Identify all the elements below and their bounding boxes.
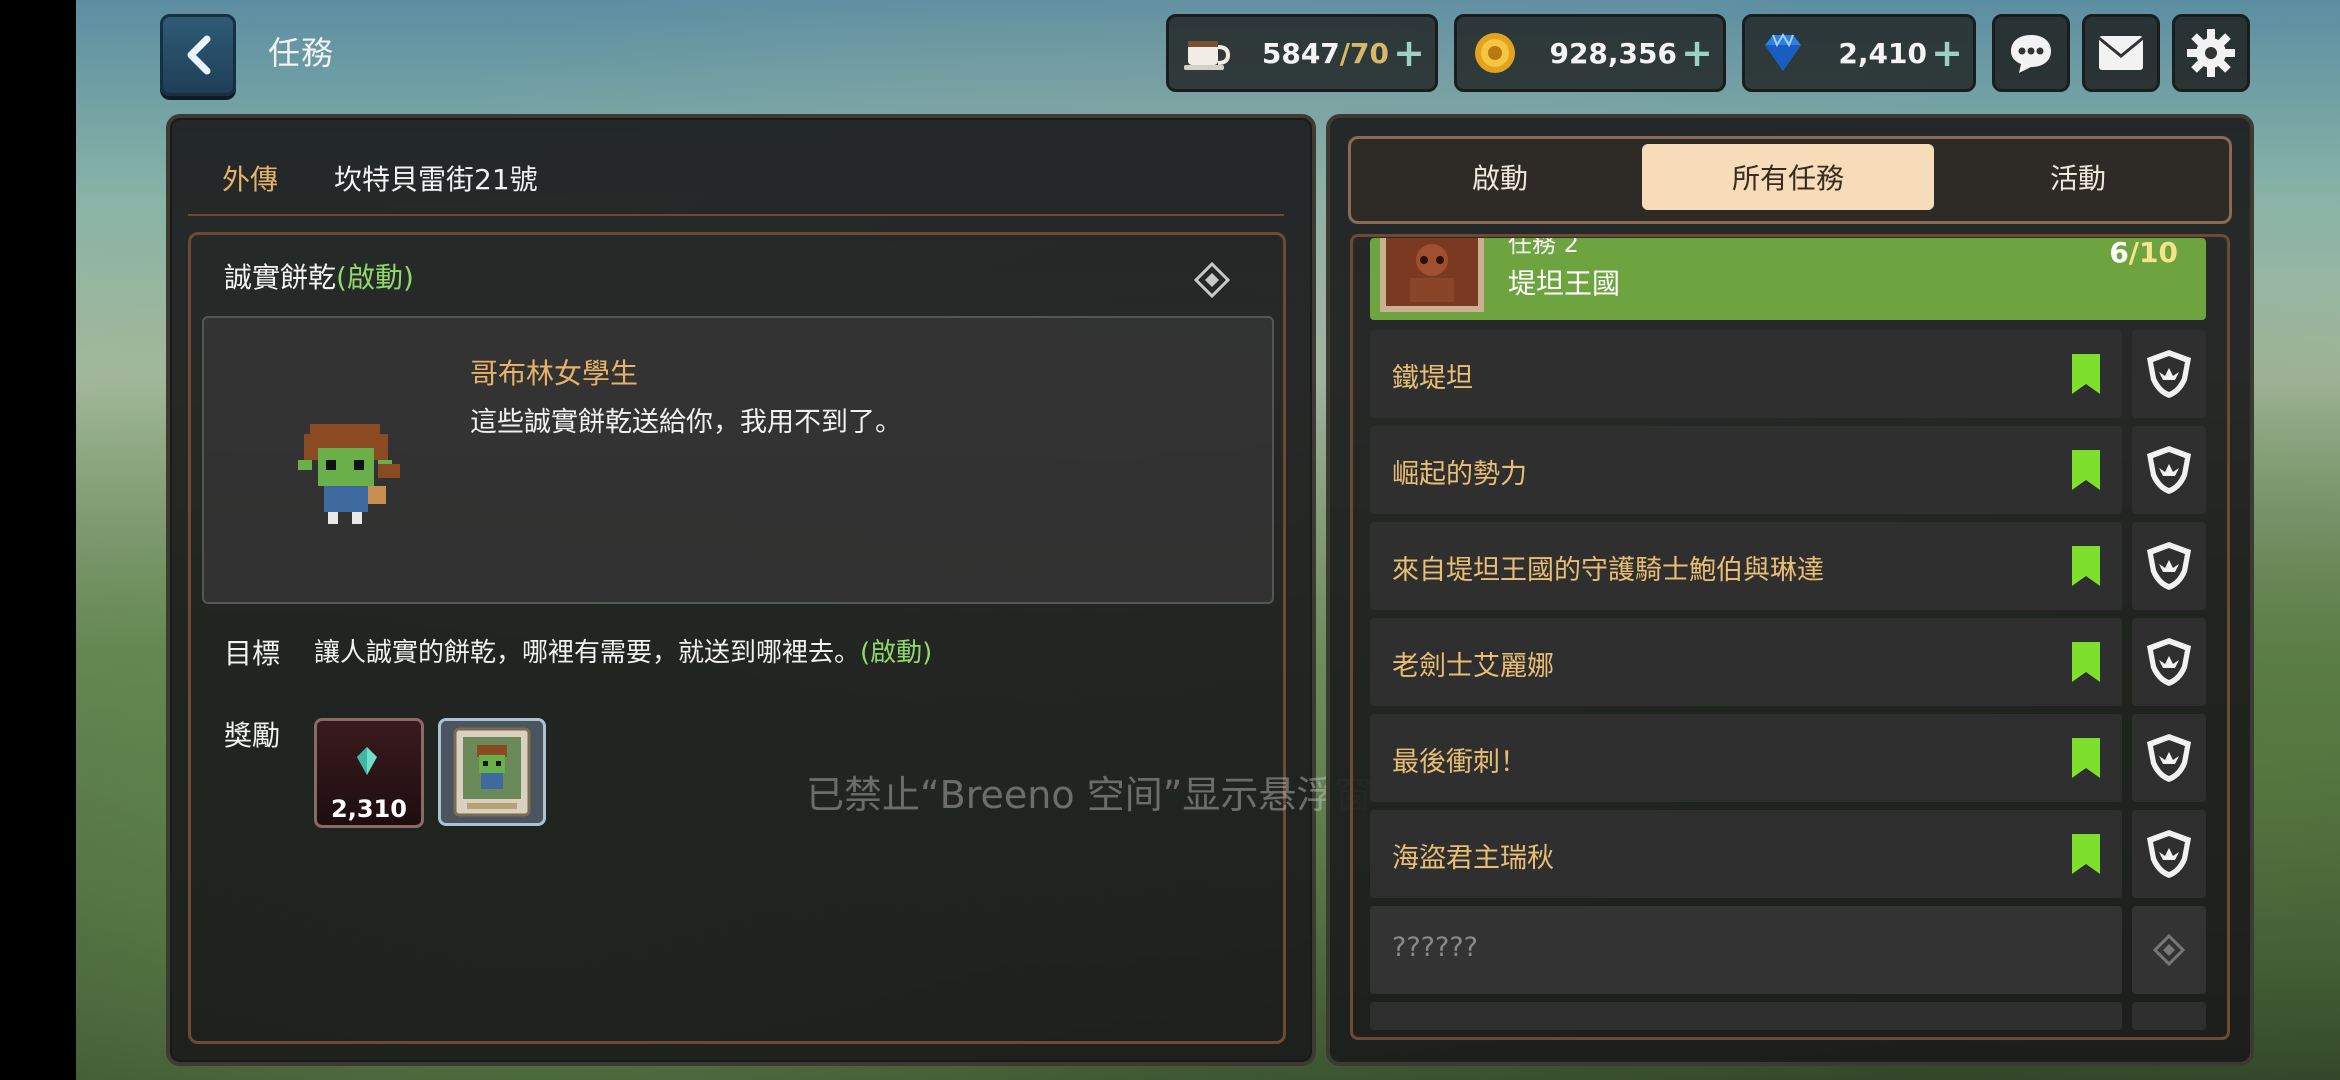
shield-badge[interactable] — [2132, 810, 2206, 898]
gem-counter[interactable]: 2,410 + — [1742, 14, 1976, 92]
quest-list-item[interactable]: 最後衝刺！ — [1370, 714, 2122, 802]
quest-title: 老劍士艾麗娜 — [1392, 651, 1554, 682]
bookmark-icon — [2072, 834, 2100, 874]
reward-label: 獎勵 — [224, 719, 281, 752]
locked-badge — [2132, 906, 2206, 994]
shield-crown-icon — [2147, 638, 2191, 686]
gold-coin-icon — [1467, 25, 1523, 81]
shield-badge[interactable] — [2132, 426, 2206, 514]
reward-crystal[interactable]: 2,310 — [314, 718, 424, 828]
chapter-name: 堤坦王國 — [1508, 267, 1621, 300]
divider — [188, 214, 1284, 216]
quest-list-item[interactable]: 鐵堤坦 — [1370, 330, 2122, 418]
diamond-icon — [2152, 933, 2186, 967]
add-stamina-button[interactable]: + — [1389, 31, 1429, 75]
shield-crown-icon — [2147, 446, 2191, 494]
quest-title: 鐵堤坦 — [1392, 363, 1473, 394]
quest-location-title: 坎特貝雷街21號 — [334, 163, 538, 196]
dialog-text: 這些誠實餅乾送給你，我用不到了。 — [470, 407, 902, 438]
bookmark-icon — [2072, 738, 2100, 778]
gear-icon — [2187, 29, 2235, 77]
bookmark-icon — [2072, 354, 2100, 394]
chapter-label: 任務 2 — [1508, 238, 1579, 258]
goblin-card-icon — [453, 727, 531, 817]
shield-crown-icon — [2147, 350, 2191, 398]
shield-crown-icon — [2147, 542, 2191, 590]
bookmark-icon — [2072, 642, 2100, 682]
shield-crown-icon — [2147, 830, 2191, 878]
shield-badge-partial[interactable] — [2132, 1002, 2206, 1030]
quest-list-item[interactable]: 海盜君主瑞秋 — [1370, 810, 2122, 898]
screen-edge — [0, 0, 76, 1080]
shield-crown-icon — [2147, 734, 2191, 782]
chat-button[interactable] — [1992, 14, 2070, 92]
stamina-counter[interactable]: 5847/70 + — [1166, 14, 1438, 92]
reward-goblin-card[interactable] — [438, 718, 546, 826]
shield-badge[interactable] — [2132, 330, 2206, 418]
coffee-cup-icon — [1179, 25, 1235, 81]
screen-title: 任務 — [268, 34, 335, 72]
bookmark-icon — [2072, 450, 2100, 490]
chevron-left-icon — [187, 35, 211, 75]
stamina-value: 5847 — [1261, 36, 1340, 70]
chapter-progress: 6/10 — [2109, 238, 2178, 269]
add-gems-button[interactable]: + — [1927, 31, 1967, 75]
gem-value: 2,410 — [1838, 36, 1927, 70]
quest-title: 最後衝刺！ — [1392, 747, 1527, 778]
reward-crystal-amount: 2,310 — [331, 795, 407, 823]
shield-badge[interactable] — [2132, 618, 2206, 706]
goal-label: 目標 — [224, 637, 281, 670]
tab-events[interactable]: 活動 — [1932, 144, 2224, 210]
quest-title: 崛起的勢力 — [1392, 459, 1527, 490]
gold-value: 928,356 — [1549, 36, 1677, 70]
shield-badge[interactable] — [2132, 522, 2206, 610]
quest-category: 外傳 — [222, 163, 279, 196]
blue-gem-icon — [1755, 25, 1811, 81]
quest-list-item[interactable]: 崛起的勢力 — [1370, 426, 2122, 514]
quest-title: 來自堤坦王國的守護騎士鮑伯與琳達 — [1392, 555, 1824, 586]
system-overlay-notice: 已禁止“Breeno 空间”显示悬浮窗 — [806, 773, 1373, 817]
gold-counter[interactable]: 928,356 + — [1454, 14, 1726, 92]
add-gold-button[interactable]: + — [1677, 31, 1717, 75]
chapter-header[interactable]: 任務 2 堤坦王國 6/10 — [1370, 238, 2206, 320]
shield-badge[interactable] — [2132, 714, 2206, 802]
mail-button[interactable] — [2082, 14, 2160, 92]
tab-active-quests[interactable]: 啟動 — [1354, 144, 1646, 210]
bookmark-icon — [2072, 546, 2100, 586]
quest-list-item[interactable]: 老劍士艾麗娜 — [1370, 618, 2122, 706]
quest-title: ?????? — [1392, 932, 1478, 963]
mail-icon — [2098, 36, 2144, 70]
quest-list-item-locked[interactable]: ?????? — [1370, 906, 2122, 994]
goal-text: 讓人誠實的餅乾，哪裡有需要，就送到哪裡去。(啟動) — [314, 638, 933, 668]
settings-button[interactable] — [2172, 14, 2250, 92]
chapter-thumbnail — [1380, 238, 1484, 312]
stamina-max: /70 — [1339, 36, 1389, 70]
quest-title: 海盜君主瑞秋 — [1392, 843, 1554, 874]
quest-state: (啟動) — [336, 261, 414, 294]
chat-bubble-icon — [2011, 35, 2051, 73]
quest-list-item[interactable]: 來自堤坦王國的守護騎士鮑伯與琳達 — [1370, 522, 2122, 610]
goblin-npc-portrait — [298, 424, 400, 524]
crystal-icon — [357, 747, 377, 775]
back-button[interactable] — [160, 14, 236, 96]
goal-state: (啟動) — [860, 638, 933, 668]
tab-all-quests[interactable]: 所有任務 — [1642, 144, 1934, 210]
quest-name: 誠實餅乾(啟動) — [224, 261, 414, 294]
quest-list-item-partial[interactable] — [1370, 1002, 2122, 1030]
speaker-name: 哥布林女學生 — [470, 357, 639, 390]
navigate-diamond-icon[interactable] — [1192, 260, 1232, 300]
